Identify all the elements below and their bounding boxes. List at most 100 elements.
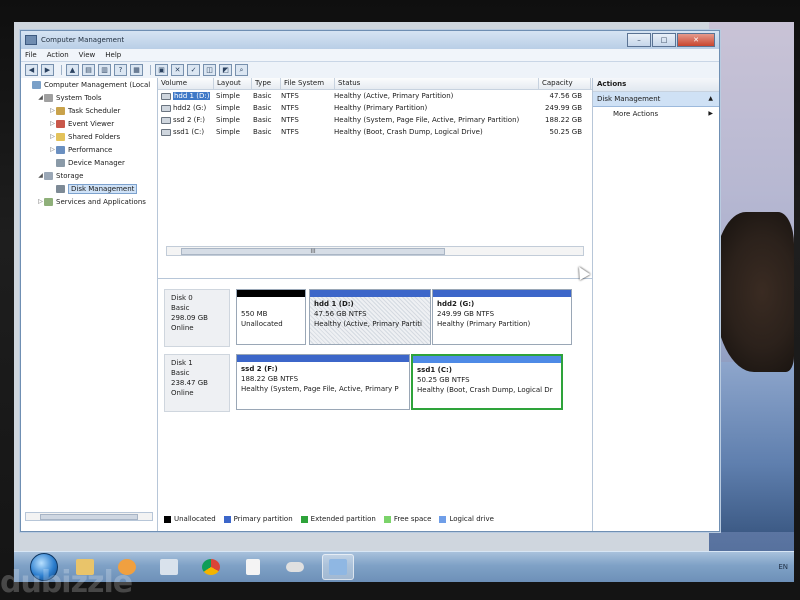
cell-type: Basic: [253, 92, 272, 100]
disk-name: Disk 0: [171, 294, 193, 302]
tree-item[interactable]: ▷ Task Scheduler: [21, 104, 157, 117]
expander-icon[interactable]: ▷: [49, 120, 56, 127]
column-header-type[interactable]: Type: [252, 78, 281, 89]
cell-capacity: 249.99 GB: [545, 104, 582, 112]
taskbar-chrome-icon[interactable]: [196, 555, 226, 579]
menu-action[interactable]: Action: [47, 51, 69, 59]
expander-icon[interactable]: ▷: [49, 146, 56, 153]
more-actions-item[interactable]: More Actions ▶: [593, 107, 719, 121]
table-row[interactable]: ssd 2 (F:) Simple Basic NTFS Healthy (System…: [158, 114, 592, 126]
cell-volume: hdd 1 (D:): [158, 92, 213, 100]
partition-text: hdd2 (G:) 249.99 GB NTFS Healthy (Primary …: [433, 297, 571, 331]
table-row[interactable]: hdd2 (G:) Simple Basic NTFS Healthy (Primary…: [158, 102, 592, 114]
center-pane: Volume Layout Type File System Status Ca…: [158, 78, 593, 531]
partition-legend: Unallocated Primary partition Extended par…: [164, 515, 502, 523]
taskbar-disk-management-icon[interactable]: [322, 554, 354, 580]
tree-item[interactable]: ▷ Shared Folders: [21, 130, 157, 143]
forward-arrow-icon[interactable]: ▶: [41, 64, 54, 76]
show-hide-tree-icon[interactable]: ▤: [82, 64, 95, 76]
back-arrow-icon[interactable]: ◀: [25, 64, 38, 76]
legend-swatch: [164, 515, 171, 523]
tree-item[interactable]: ◢ Storage: [21, 169, 157, 182]
partition-status: Healthy (Boot, Crash Dump, Logical Dr: [417, 386, 553, 394]
taskbar-computer-icon[interactable]: [154, 555, 184, 579]
column-header-file-system[interactable]: File System: [281, 78, 335, 89]
search-icon[interactable]: ⌕: [235, 64, 248, 76]
volume-name: hdd2 (G:): [173, 104, 207, 112]
legend-label: Primary partition: [233, 515, 293, 523]
partition-block[interactable]: ssd1 (C:) 50.25 GB NTFS Healthy (Boot, Cra…: [411, 354, 563, 410]
view-icon[interactable]: ▦: [130, 64, 143, 76]
expander-icon[interactable]: ▷: [49, 107, 56, 114]
actions-header: Actions: [593, 78, 719, 92]
actions-section-disk-management[interactable]: Disk Management ▲: [593, 92, 719, 107]
maximize-button[interactable]: □: [652, 33, 676, 47]
tree-item[interactable]: Disk Management: [21, 182, 157, 195]
taskbar-gamepad-icon[interactable]: [280, 555, 310, 579]
expander-icon[interactable]: ▷: [37, 198, 44, 205]
partition-color-bar: [413, 356, 561, 363]
disk-label[interactable]: Disk 1 Basic 238.47 GB Online: [164, 354, 230, 412]
tree-item[interactable]: Device Manager: [21, 156, 157, 169]
taskbar-document-icon[interactable]: [238, 555, 268, 579]
menu-view[interactable]: View: [79, 51, 96, 59]
title-bar[interactable]: Computer Management – □ ✕: [21, 31, 719, 49]
collapse-arrow-icon[interactable]: ▲: [708, 92, 713, 106]
partition-block[interactable]: hdd 1 (D:) 47.56 GB NTFS Healthy (Active, …: [309, 289, 431, 345]
disk-status: Online: [171, 389, 194, 397]
expander-icon[interactable]: ◢: [37, 94, 44, 101]
cell-capacity: 50.25 GB: [549, 128, 583, 136]
cell-status: Healthy (Active, Primary Partition): [334, 92, 454, 100]
event-icon: [56, 119, 65, 128]
legend-label: Unallocated: [174, 515, 216, 523]
up-folder-icon[interactable]: ▲: [66, 64, 79, 76]
tree-item[interactable]: ▷ Event Viewer: [21, 117, 157, 130]
volume-scroll-thumb[interactable]: III: [181, 248, 445, 255]
desktop-wallpaper-water: [709, 362, 794, 532]
tree-item[interactable]: ▷ Performance: [21, 143, 157, 156]
column-header-status[interactable]: Status: [335, 78, 539, 89]
volume-horizontal-scrollbar[interactable]: III: [166, 246, 584, 256]
language-indicator[interactable]: EN: [778, 563, 788, 571]
menu-bar: File Action View Help: [21, 49, 719, 62]
check-icon[interactable]: ✓: [187, 64, 200, 76]
tree-item-label: Storage: [56, 171, 84, 180]
partition-block[interactable]: ssd 2 (F:) 188.22 GB NTFS Healthy (System,…: [236, 354, 410, 410]
minimize-button[interactable]: –: [627, 33, 651, 47]
partition-size: 249.99 GB NTFS: [437, 310, 495, 318]
table-row[interactable]: hdd 1 (D:) Simple Basic NTFS Healthy (Active…: [158, 90, 592, 102]
column-header-layout[interactable]: Layout: [214, 78, 252, 89]
tree-item-label: Event Viewer: [68, 119, 115, 128]
properties-icon[interactable]: ▥: [98, 64, 111, 76]
menu-file[interactable]: File: [25, 51, 37, 59]
cell-status: Healthy (Primary Partition): [334, 104, 428, 112]
table-row[interactable]: ssd1 (C:) Simple Basic NTFS Healthy (Boot, C…: [158, 126, 592, 138]
tree-item[interactable]: ◢ System Tools: [21, 91, 157, 104]
cell-capacity: 188.22 GB: [545, 116, 582, 124]
disk-label[interactable]: Disk 0 Basic 298.09 GB Online: [164, 289, 230, 347]
computer-management-window: Computer Management – □ ✕ File Action Vi…: [20, 30, 720, 532]
partition-name: ssd 2 (F:): [241, 365, 278, 373]
column-header-capacity[interactable]: Capacity: [539, 78, 591, 89]
expander-icon[interactable]: ▷: [49, 133, 56, 140]
tree-item[interactable]: Computer Management (Local: [21, 78, 157, 91]
close-x-icon[interactable]: ✕: [171, 64, 184, 76]
menu-help[interactable]: Help: [105, 51, 121, 59]
find-icon[interactable]: ▣: [155, 64, 168, 76]
tree-horizontal-scrollbar[interactable]: [25, 512, 153, 521]
partition-block[interactable]: hdd2 (G:) 249.99 GB NTFS Healthy (Primary …: [432, 289, 572, 345]
close-button[interactable]: ✕: [677, 33, 715, 47]
connect-icon[interactable]: ◫: [203, 64, 216, 76]
tree-item[interactable]: ▷ Services and Applications: [21, 195, 157, 208]
disk-type: Basic: [171, 304, 190, 312]
partition-block[interactable]: 550 MB Unallocated: [236, 289, 306, 345]
column-header-volume[interactable]: Volume: [158, 78, 214, 89]
refresh-icon[interactable]: ◩: [219, 64, 232, 76]
expander-icon[interactable]: ◢: [37, 172, 44, 179]
disk-icon: [56, 184, 65, 193]
tree-item-label: Computer Management (Local: [44, 80, 151, 89]
tree-item-label: Shared Folders: [68, 132, 121, 141]
help-icon[interactable]: ?: [114, 64, 127, 76]
tree-scroll-thumb[interactable]: [40, 514, 138, 520]
tree-item-label: Services and Applications: [56, 197, 146, 206]
